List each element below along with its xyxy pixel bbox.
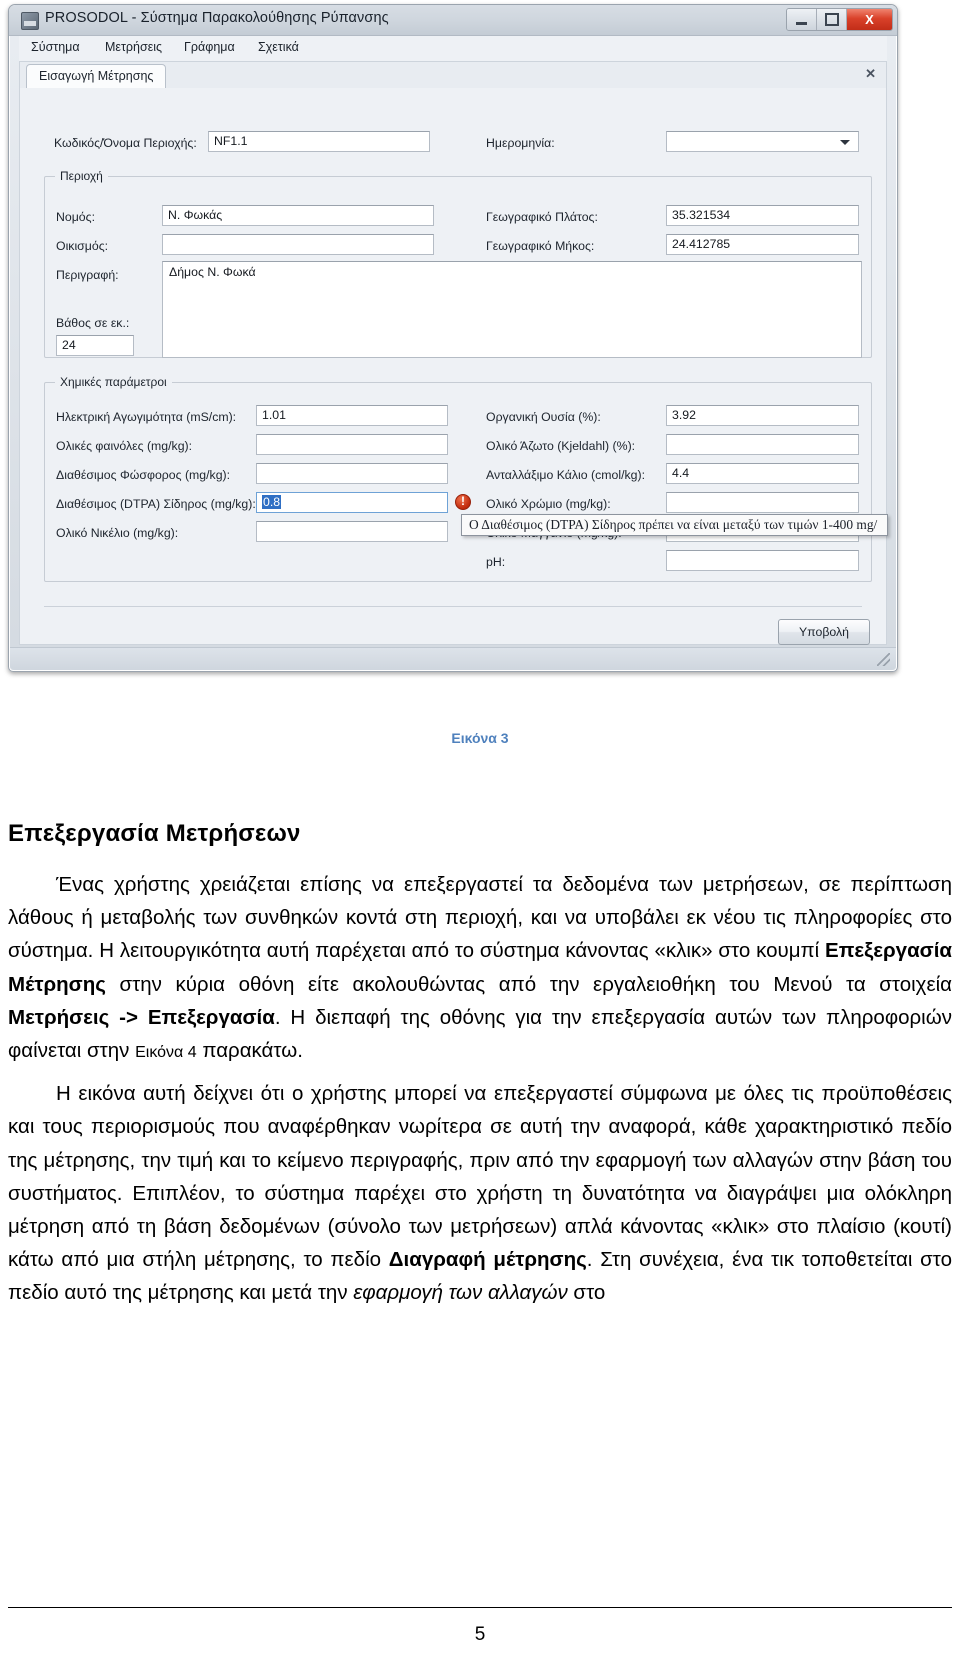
chem-left-label-2: Διαθέσιμος Φώσφορος (mg/kg): [56, 468, 231, 482]
client-area: Εισαγωγή Μέτρησης ✕ Κωδικός/Όνομα Περιοχ… [19, 61, 888, 645]
minimize-icon [796, 21, 807, 25]
close-button[interactable]: X [847, 9, 892, 30]
chem-left-label-3: Διαθέσιμος (DTPA) Σίδηρος (mg/kg): [56, 497, 256, 511]
chem-right-label-3: Ολικό Χρώμιο (mg/kg): [486, 497, 611, 511]
page-number: 5 [474, 1624, 486, 1645]
chem-left-label-4: Ολικό Νικέλιο (mg/kg): [56, 526, 179, 540]
settlement-input[interactable] [162, 234, 434, 255]
date-combo[interactable] [666, 131, 859, 152]
maximize-button[interactable] [817, 9, 847, 30]
form-panel: Κωδικός/Όνομα Περιοχής: NF1.1 Ημερομηνία… [20, 88, 888, 645]
p1-figure-ref: Εικόνα 4 [135, 1044, 197, 1062]
p1-part-c: στην κύρια οθόνη είτε ακολουθώντας από τ… [105, 972, 952, 996]
menu-bar: Σύστημα Μετρήσεις Γράφημα Σχετικά [19, 36, 887, 62]
chem-right-input-0[interactable]: 3.92 [666, 405, 859, 426]
chem-left-input-0[interactable]: 1.01 [256, 405, 448, 426]
p2-italic-apply-changes: εφαρμογή των αλλαγών [353, 1281, 568, 1305]
chem-left-label-0: Ηλεκτρική Αγωγιμότητα (mS/cm): [56, 410, 237, 424]
p2-part-e: στο [567, 1281, 606, 1305]
p2-bold-delete-measurement: Διαγραφή μέτρησης [388, 1248, 587, 1272]
description-label: Περιγραφή: [56, 268, 119, 282]
status-bar [10, 647, 896, 670]
minimize-button[interactable] [787, 9, 817, 30]
chem-left-label-1: Ολικές φαινόλες (mg/kg): [56, 439, 193, 453]
paragraph-1: Ένας χρήστης χρειάζεται επίσης να επεξερ… [8, 868, 952, 1067]
paragraph-2: Η εικόνα αυτή δείχνει ότι ο χρήστης μπορ… [8, 1077, 952, 1309]
selected-text: 0.8 [262, 495, 282, 509]
chem-right-label-5: pH: [486, 555, 506, 569]
menu-item-chart[interactable]: Γράφημα [184, 40, 235, 54]
chem-left-input-1[interactable] [256, 434, 448, 455]
depth-input[interactable]: 24 [56, 335, 134, 356]
prefecture-label: Νομός: [56, 210, 95, 224]
section-heading: Επεξεργασία Μετρήσεων [8, 820, 301, 847]
description-textarea[interactable]: Δήμος Ν. Φωκά [162, 261, 862, 358]
document-body: Επεξεργασία Μετρήσεων Ένας χρήστης χρειά… [8, 820, 952, 1320]
p1-bold-menu-path: Μετρήσεις -> Επεξεργασία [8, 1005, 275, 1029]
area-code-label: Κωδικός/Όνομα Περιοχής: [54, 136, 197, 150]
chem-right-input-1[interactable] [666, 434, 859, 455]
depth-label: Βάθος σε εκ.: [56, 316, 130, 330]
area-group-title: Περιοχή [55, 169, 108, 183]
chem-left-input-4[interactable] [256, 521, 448, 542]
menu-item-system[interactable]: Σύστημα [31, 40, 80, 54]
title-bar: PROSODOL - Σύστημα Παρακολούθησης Ρύπανσ… [9, 5, 897, 36]
chem-left-input-3[interactable]: 0.8 [256, 492, 448, 513]
chem-right-input-3[interactable] [666, 492, 859, 513]
chem-right-label-0: Οργανική Ουσία (%): [486, 410, 601, 424]
chem-right-label-1: Ολικό Άζωτο (Kjeldahl) (%): [486, 439, 636, 453]
footer-divider-rule [8, 1607, 952, 1608]
chevron-down-icon [840, 139, 850, 145]
error-icon[interactable] [455, 494, 471, 510]
chemical-parameters-title: Χημικές παράμετροι [55, 375, 172, 389]
tab-insert-measurement[interactable]: Εισαγωγή Μέτρησης [26, 64, 167, 89]
latitude-label: Γεωγραφικό Πλάτος: [486, 210, 598, 224]
chem-right-input-2[interactable]: 4.4 [666, 463, 859, 484]
maximize-icon [824, 13, 839, 26]
date-label: Ημερομηνία: [486, 136, 555, 150]
area-code-input[interactable]: NF1.1 [208, 131, 430, 152]
menu-item-measurements[interactable]: Μετρήσεις [105, 40, 162, 54]
resize-grip[interactable] [877, 653, 890, 666]
page-footer: 5 [0, 1624, 960, 1646]
application-window: PROSODOL - Σύστημα Παρακολούθησης Ρύπανσ… [8, 4, 898, 672]
longitude-input[interactable]: 24.412785 [666, 234, 859, 255]
p2-part-a: Η εικόνα αυτή δείχνει ότι ο χρήστης μπορ… [8, 1082, 952, 1272]
p1-part-a: Ένας χρήστης χρειάζεται επίσης να επεξερ… [8, 873, 952, 963]
p1-part-g: παρακάτω. [196, 1039, 303, 1063]
window-title: PROSODOL - Σύστημα Παρακολούθησης Ρύπανσ… [45, 10, 389, 26]
application-screenshot: PROSODOL - Σύστημα Παρακολούθησης Ρύπανσ… [8, 4, 898, 672]
prefecture-input[interactable]: Ν. Φωκάς [162, 205, 434, 226]
tab-strip: Εισαγωγή Μέτρησης ✕ [20, 62, 886, 89]
longitude-label: Γεωγραφικό Μήκος: [486, 239, 595, 253]
chem-right-input-5[interactable] [666, 550, 859, 571]
chem-left-input-2[interactable] [256, 463, 448, 484]
footer-divider [44, 606, 862, 607]
chem-right-label-2: Ανταλλάξιμο Κάλιο (cmol/kg): [486, 468, 645, 482]
submit-button[interactable]: Υποβολή [778, 619, 870, 645]
figure-caption: Εικόνα 3 [451, 730, 509, 746]
close-tab-icon[interactable]: ✕ [865, 66, 876, 82]
settlement-label: Οικισμός: [56, 239, 109, 253]
latitude-input[interactable]: 35.321534 [666, 205, 859, 226]
menu-item-about[interactable]: Σχετικά [258, 40, 299, 54]
validation-tooltip: Ο Διαθέσιμος (DTPA) Σίδηρος πρέπει να εί… [461, 514, 888, 536]
window-controls: X [786, 8, 893, 31]
app-icon [21, 12, 39, 30]
